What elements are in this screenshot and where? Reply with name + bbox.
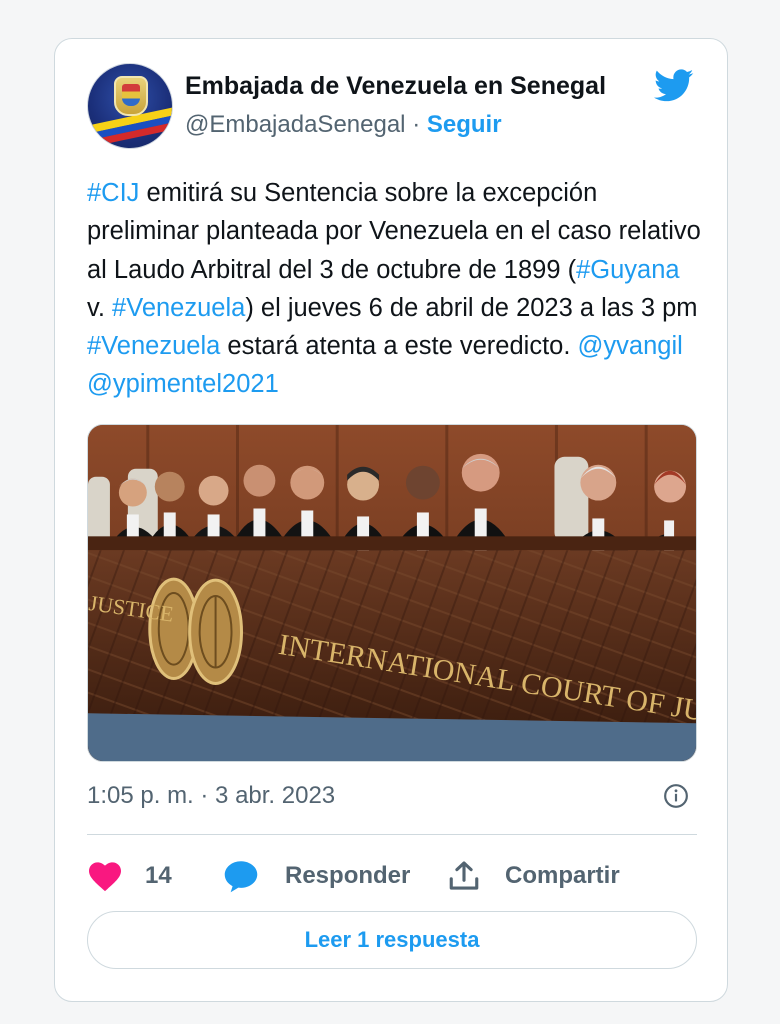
action-bar: 14 Responder Compartir	[87, 856, 697, 896]
reply-button[interactable]: Responder	[223, 856, 410, 896]
tweet-image[interactable]: INTERNATIONAL COURT OF JUSTICE JUSTICE	[87, 424, 697, 762]
share-icon	[449, 861, 479, 890]
divider	[87, 834, 697, 835]
like-button[interactable]: 14	[87, 856, 172, 896]
hashtag-link[interactable]: #CIJ	[87, 179, 139, 207]
read-replies-button[interactable]: Leer 1 respuesta	[87, 911, 697, 969]
tweet-card: Embajada de Venezuela en Senegal @Embaja…	[54, 38, 728, 1002]
reply-bubble-icon	[224, 861, 258, 893]
share-label: Compartir	[505, 862, 620, 889]
heart-icon	[89, 862, 121, 892]
hashtag-link[interactable]: #Venezuela	[112, 294, 245, 322]
hashtag-link[interactable]: #Venezuela	[87, 332, 220, 360]
tweet-text-segment: v.	[87, 293, 113, 322]
mention-link[interactable]: @yvangil	[578, 332, 683, 360]
info-icon[interactable]	[663, 783, 689, 809]
hashtag-link[interactable]: #Guyana	[576, 256, 680, 284]
tweet-text: #CIJ emitirá su Sentencia sobre la excep…	[87, 174, 703, 404]
author-name[interactable]: Embajada de Venezuela en Senegal	[185, 72, 606, 101]
follow-button[interactable]: Seguir	[427, 111, 502, 138]
tweet-timestamp[interactable]: 1:05 p. m. · 3 abr. 2023	[87, 782, 335, 810]
avatar-seal	[114, 76, 148, 116]
tweet-text-segment: ) el jueves 6 de abril de 2023 a las 3 p…	[245, 293, 698, 322]
reply-label: Responder	[285, 862, 411, 889]
separator-dot: ·	[412, 111, 421, 138]
mention-link[interactable]: @ypimentel2021	[87, 370, 279, 398]
share-button[interactable]: Compartir	[447, 856, 620, 896]
twitter-bird-icon[interactable]	[651, 65, 697, 105]
like-count: 14	[145, 862, 172, 889]
author-handle-row: @EmbajadaSenegal · Seguir	[185, 111, 502, 139]
tweet-text-segment: estará atenta a este veredicto.	[220, 332, 578, 361]
author-handle[interactable]: @EmbajadaSenegal	[185, 111, 406, 138]
avatar[interactable]	[87, 63, 173, 149]
